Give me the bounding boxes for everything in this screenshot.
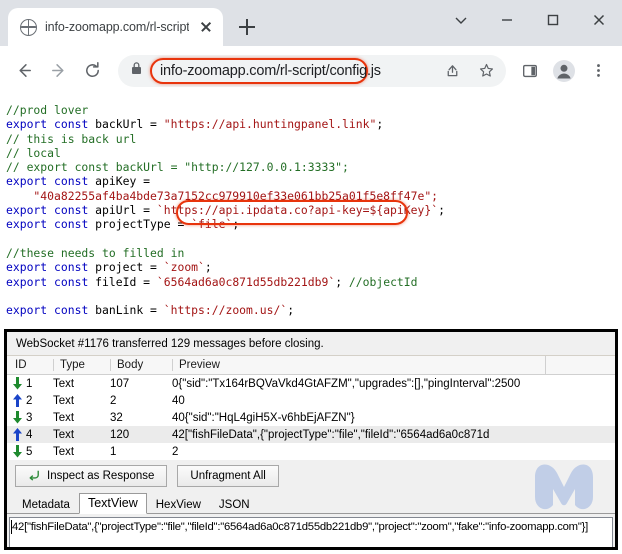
row-type-cell: Text <box>53 377 75 390</box>
omnibox-actions <box>436 55 502 87</box>
profile-avatar-icon[interactable] <box>548 55 580 87</box>
direction-down-arrow-icon <box>12 377 23 390</box>
tab-hexview[interactable]: HexView <box>146 495 210 513</box>
text-caret <box>11 520 12 534</box>
window-close-icon[interactable] <box>576 0 622 40</box>
table-row[interactable]: 5 Text 1 2 <box>7 443 615 460</box>
websocket-message-grid: ID Type Body Preview 1 Text 107 0{"sid":"Tx… <box>7 355 615 460</box>
inspect-as-response-label: Inspect as Response <box>47 470 155 482</box>
inspect-arrow-icon <box>28 468 41 484</box>
row-type-cell: Text <box>53 411 75 424</box>
tab-json[interactable]: JSON <box>209 495 259 513</box>
textview-text: 42["fishFileData",{"projectType":"file",… <box>12 521 588 533</box>
column-header-spacer <box>545 355 615 375</box>
browser-toolbar: info-zoomapp.com/rl-script/config.js <box>0 46 622 95</box>
row-body-cell: 107 <box>110 377 130 390</box>
source-code: //prod lover export const backUrl = "htt… <box>6 103 445 318</box>
direction-down-arrow-icon <box>12 445 23 458</box>
direction-down-arrow-icon <box>12 411 23 424</box>
row-preview-cell: 2 <box>172 445 179 458</box>
tab-textview[interactable]: TextView <box>78 493 147 514</box>
minimize-icon[interactable] <box>484 0 530 40</box>
column-header-preview[interactable]: Preview <box>172 359 545 371</box>
row-id-value: 3 <box>26 411 33 424</box>
row-preview-cell: 42["fishFileData",{"projectType":"file",… <box>172 428 490 441</box>
browser-tab[interactable]: info-zoomapp.com/rl-script/con <box>8 8 223 46</box>
fiddler-websocket-panel: WebSocket #1176 transferred 129 messages… <box>4 329 618 550</box>
row-id-cell: 4 <box>7 428 53 441</box>
side-panel-icon[interactable] <box>514 55 546 87</box>
table-row[interactable]: 3 Text 32 40{"sid":"HqL4giH5X-v6hbEjAFZN"} <box>7 409 615 426</box>
table-row[interactable]: 4 Text 120 42["fishFileData",{"projectType"… <box>7 426 615 443</box>
row-id-cell: 1 <box>7 377 53 390</box>
tab-strip: info-zoomapp.com/rl-script/con <box>0 0 622 46</box>
url-text: info-zoomapp.com/rl-script/config.js <box>160 62 381 79</box>
direction-up-arrow-icon <box>12 394 23 407</box>
row-type-cell: Text <box>53 394 75 407</box>
row-preview-cell: 0{"sid":"Tx164rBQVaVkd4GtAFZM","upgrades… <box>172 377 521 390</box>
url-wrapper: info-zoomapp.com/rl-script/config.js <box>150 57 436 84</box>
row-body-cell: 32 <box>110 411 123 424</box>
row-id-cell: 3 <box>7 411 53 424</box>
inspect-as-response-button[interactable]: Inspect as Response <box>15 465 168 487</box>
address-bar[interactable]: info-zoomapp.com/rl-script/config.js <box>118 54 506 87</box>
unfragment-all-label: Unfragment All <box>190 470 266 482</box>
three-dot-menu-icon[interactable] <box>582 55 614 87</box>
globe-icon <box>20 18 37 36</box>
close-icon[interactable] <box>197 18 215 36</box>
column-header-id[interactable]: ID <box>7 359 53 371</box>
direction-up-arrow-icon <box>12 428 23 441</box>
row-preview-cell: 40{"sid":"HqL4giH5X-v6hbEjAFZN"} <box>172 411 355 424</box>
tab-title: info-zoomapp.com/rl-script/con <box>45 20 189 34</box>
row-body-cell: 1 <box>110 445 117 458</box>
row-id-value: 1 <box>26 377 33 390</box>
row-id-value: 4 <box>26 428 33 441</box>
lock-icon <box>130 61 144 80</box>
new-tab-button[interactable] <box>233 13 261 41</box>
row-body-cell: 120 <box>110 428 130 441</box>
grid-header-row: ID Type Body Preview <box>7 355 615 375</box>
table-row[interactable]: 1 Text 107 0{"sid":"Tx164rBQVaVkd4GtAFZM","… <box>7 375 615 392</box>
table-row[interactable]: 2 Text 2 40 <box>7 392 615 409</box>
chevron-down-icon[interactable] <box>438 0 484 40</box>
column-header-body[interactable]: Body <box>110 359 172 371</box>
browser-chrome: info-zoomapp.com/rl-script/con <box>0 0 622 95</box>
column-header-type[interactable]: Type <box>53 359 110 371</box>
row-id-cell: 2 <box>7 394 53 407</box>
back-arrow-icon[interactable] <box>8 55 40 87</box>
star-icon[interactable] <box>470 55 502 87</box>
websocket-status: WebSocket #1176 transferred 129 messages… <box>7 332 615 356</box>
row-type-cell: Text <box>53 428 75 441</box>
tab-metadata[interactable]: Metadata <box>13 495 79 513</box>
window-controls <box>438 0 622 40</box>
reload-icon[interactable] <box>76 55 108 87</box>
inspector-tab-row: Metadata TextView HexView JSON <box>7 492 615 514</box>
unfragment-all-button[interactable]: Unfragment All <box>177 465 279 487</box>
textview-content-area[interactable]: 42["fishFileData",{"projectType":"file",… <box>9 517 613 547</box>
row-body-cell: 2 <box>110 394 117 407</box>
row-id-value: 5 <box>26 445 33 458</box>
page-content: //prod lover export const backUrl = "htt… <box>0 95 622 327</box>
row-type-cell: Text <box>53 445 75 458</box>
forward-arrow-icon[interactable] <box>42 55 74 87</box>
action-button-bar: Inspect as Response Unfragment All <box>7 460 615 492</box>
row-id-cell: 5 <box>7 445 53 458</box>
grid-rows: 1 Text 107 0{"sid":"Tx164rBQVaVkd4GtAFZM","… <box>7 375 615 460</box>
maximize-icon[interactable] <box>530 0 576 40</box>
row-preview-cell: 40 <box>172 394 185 407</box>
row-id-value: 2 <box>26 394 33 407</box>
share-icon[interactable] <box>436 55 468 87</box>
